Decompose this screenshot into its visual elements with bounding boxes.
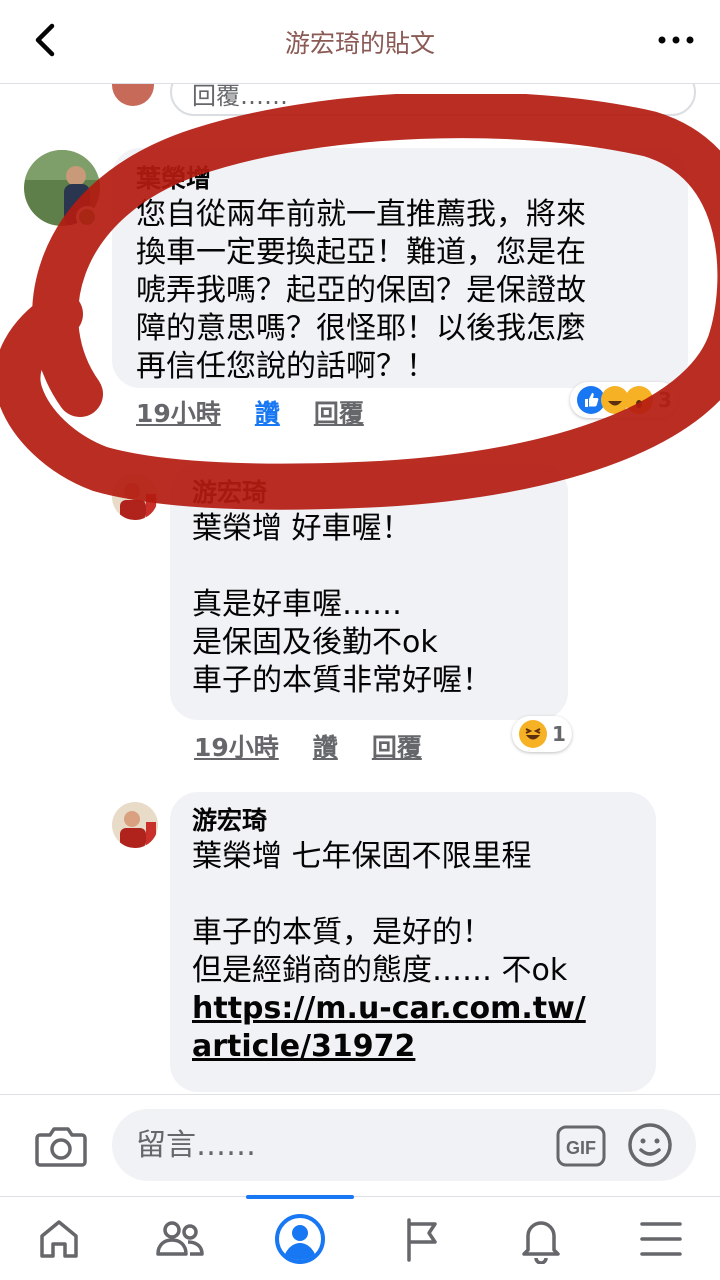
friends-icon — [156, 1221, 204, 1256]
page-title: 游宏琦的貼文 — [284, 29, 435, 58]
more-options-button[interactable] — [654, 22, 698, 58]
reaction-summary[interactable]: 1 — [512, 716, 572, 752]
reaction-count: 1 — [552, 722, 566, 746]
gif-button[interactable]: GIF — [556, 1123, 606, 1169]
nav-pages[interactable] — [390, 1209, 450, 1269]
menu-icon — [640, 1222, 682, 1256]
comment-author[interactable]: 葉榮增 — [136, 162, 664, 196]
article-link[interactable]: https://m.u-car.com.tw/ article/31972 — [192, 990, 634, 1066]
comment-composer: GIF — [0, 1094, 720, 1196]
comment-actions: 19小時 讚 回覆 — [194, 728, 422, 764]
comment-actions: 19小時 讚 回覆 — [136, 394, 364, 430]
pages-flag-icon — [407, 1218, 437, 1262]
reaction-count: 3 — [658, 388, 672, 412]
comment-text: 葉榮增 好車喔！ 真是好車喔…… 是保固及後勤不ok 車子的本質非常好喔！ — [192, 511, 492, 698]
top-bar: 游宏琦的貼文 — [0, 0, 720, 84]
comment-bubble[interactable]: 游宏琦 葉榮增 七年保固不限里程 車子的本質，是好的！ 但是經銷商的態度…… 不… — [170, 792, 656, 1092]
more-horizontal-icon — [658, 36, 694, 44]
wow-reaction-icon — [625, 386, 653, 414]
nav-notifications[interactable] — [511, 1209, 571, 1269]
comments-feed[interactable]: 回覆…… 葉榮增 您自從兩年前就一直推薦我，將來 換車一定要換起亞！難道，您是在… — [0, 84, 720, 1094]
nav-menu[interactable] — [631, 1209, 691, 1269]
profile-icon — [275, 1214, 325, 1264]
avatar[interactable] — [112, 474, 158, 520]
reply-input[interactable]: 回覆…… — [170, 84, 696, 116]
nav-friends[interactable] — [150, 1209, 210, 1269]
comment-author[interactable]: 游宏琦 — [192, 476, 546, 510]
comment-input[interactable] — [112, 1109, 696, 1181]
avatar[interactable] — [112, 802, 158, 848]
reaction-summary[interactable]: 3 — [570, 382, 678, 418]
emoji-button[interactable] — [626, 1121, 674, 1169]
online-status-dot — [76, 206, 98, 228]
avatar[interactable] — [112, 84, 154, 106]
comment-text: 葉榮增 七年保固不限里程 車子的本質，是好的！ 但是經銷商的態度…… 不ok — [192, 839, 568, 988]
comment-time[interactable]: 19小時 — [136, 394, 221, 430]
nav-home[interactable] — [29, 1209, 89, 1269]
active-tab-indicator — [246, 1195, 354, 1199]
home-icon — [40, 1220, 78, 1258]
smiley-icon — [628, 1123, 672, 1167]
comment-time[interactable]: 19小時 — [194, 728, 279, 764]
comment-text: 您自從兩年前就一直推薦我，將來 換車一定要換起亞！難道，您是在 唬弄我嗎？起亞的… — [136, 197, 586, 384]
comment-bubble[interactable]: 葉榮增 您自從兩年前就一直推薦我，將來 換車一定要換起亞！難道，您是在 唬弄我嗎… — [112, 148, 688, 388]
reply-link[interactable]: 回覆 — [314, 394, 364, 430]
camera-button[interactable] — [34, 1121, 88, 1169]
notifications-bell-icon — [522, 1221, 560, 1264]
gif-label: GIF — [566, 1138, 596, 1158]
like-link[interactable]: 讚 — [313, 728, 338, 764]
haha-reaction-icon — [519, 720, 547, 748]
comment-author[interactable]: 游宏琦 — [192, 804, 634, 838]
bottom-navigation — [0, 1195, 720, 1280]
camera-icon — [35, 1127, 87, 1167]
reply-link[interactable]: 回覆 — [372, 728, 422, 764]
comment-bubble[interactable]: 游宏琦 葉榮增 好車喔！ 真是好車喔…… 是保固及後勤不ok 車子的本質非常好喔… — [170, 464, 568, 720]
nav-profile[interactable] — [270, 1209, 330, 1269]
like-link[interactable]: 讚 — [255, 394, 280, 430]
